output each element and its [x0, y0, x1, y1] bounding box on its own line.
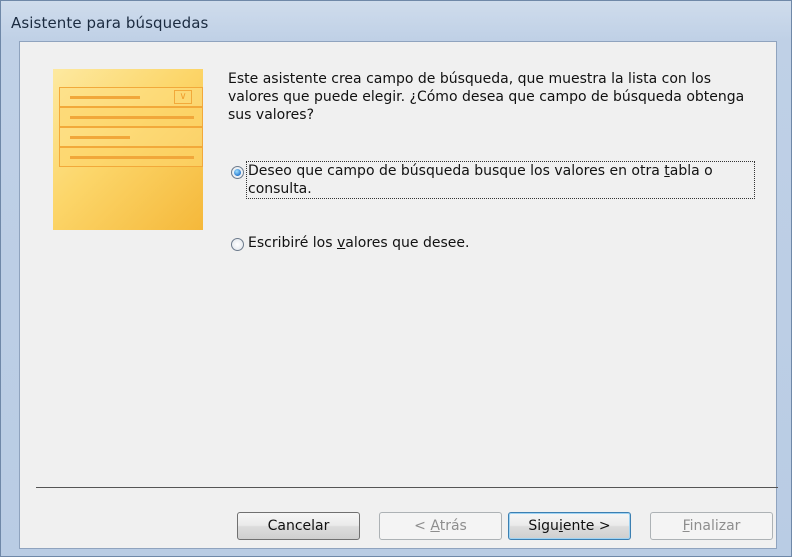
next-button[interactable]: Siguiente > [508, 512, 631, 540]
radio-button-selected[interactable] [231, 166, 244, 179]
illustration-list-row [59, 147, 203, 167]
title-bar[interactable]: Asistente para búsquedas [1, 1, 791, 41]
option-type-values-label[interactable]: Escribiré los valores que desee. [247, 234, 470, 252]
illustration-list-row [59, 107, 203, 127]
lookup-wizard-illustration: ∨ [53, 69, 203, 230]
illustration-combo-row: ∨ [59, 87, 203, 107]
back-button[interactable]: < Atrás [379, 512, 502, 540]
wizard-panel: ∨ Este asistente crea campo de búsqueda,… [19, 41, 778, 549]
finish-button[interactable]: Finalizar [650, 512, 773, 540]
option-type-values[interactable]: Escribiré los valores que desee. [231, 234, 470, 252]
option-table-query[interactable]: Deseo que campo de búsqueda busque los v… [231, 161, 755, 199]
illustration-bar [70, 136, 130, 139]
chevron-down-icon: ∨ [174, 90, 192, 104]
wizard-description: Este asistente crea campo de búsqueda, q… [228, 71, 745, 123]
cancel-button[interactable]: Cancelar [237, 512, 360, 540]
illustration-bar [70, 116, 194, 119]
option-table-query-label[interactable]: Deseo que campo de búsqueda busque los v… [246, 161, 755, 199]
illustration-list-row [59, 127, 203, 147]
separator [36, 487, 778, 488]
illustration-bar [70, 156, 194, 159]
window-title: Asistente para búsquedas [11, 14, 209, 32]
illustration-bar [70, 96, 140, 99]
radio-button[interactable] [231, 238, 244, 251]
wizard-window: Asistente para búsquedas ∨ Este asistent… [0, 0, 792, 557]
